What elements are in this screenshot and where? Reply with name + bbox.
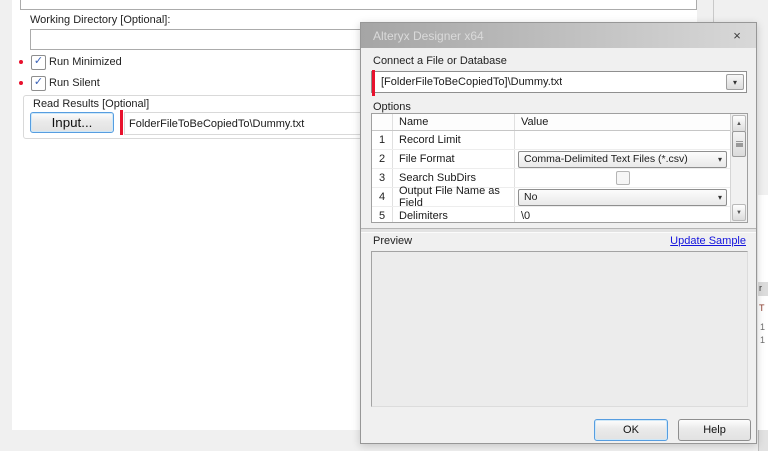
table-row[interactable]: 2 File Format Comma-Delimited Text Files… [372,150,730,169]
occluded-window-corner [758,430,768,451]
splitter-handle[interactable] [361,228,756,233]
checkbox-label: Run Silent [49,77,100,89]
column-header-value[interactable]: Value [515,114,730,130]
occluded-text-fragment: 1 [760,322,766,332]
dialog-title: Alteryx Designer x64 [373,28,484,43]
occluded-text-fragment: 1 [760,335,766,345]
options-label: Options [373,101,411,113]
chevron-down-icon[interactable]: ▾ [726,74,744,90]
chevron-down-icon: ▾ [717,192,722,202]
value-dropdown[interactable]: No ▾ [518,188,727,206]
scroll-down-icon[interactable]: ▼ [732,204,746,221]
chevron-down-icon: ▾ [717,154,722,164]
dialog-titlebar[interactable]: Alteryx Designer x64 × [361,23,756,48]
close-icon[interactable]: × [722,23,752,48]
file-combo-value: [FolderFileToBeCopiedTo]\Dummy.txt [381,76,563,88]
scroll-up-icon[interactable]: ▲ [732,115,746,132]
column-header-name[interactable]: Name [393,114,515,130]
table-header: Name Value [372,114,730,131]
checkbox-label: Run Minimized [49,56,122,68]
update-sample-link[interactable]: Update Sample [670,235,746,247]
required-dot-icon [19,81,23,85]
options-table: Name Value 1 Record Limit 2 File Format … [371,113,748,223]
connect-file-label: Connect a File or Database [373,55,507,67]
table-row[interactable]: 1 Record Limit [372,131,730,150]
alteryx-input-dialog: Alteryx Designer x64 × Connect a File or… [360,22,757,444]
table-row[interactable]: 5 Delimiters \0 [372,207,730,222]
read-results-file-value: FolderFileToBeCopiedTo\Dummy.txt [129,117,305,130]
working-directory-label: Working Directory [Optional]: [30,14,171,26]
checkbox-run-silent[interactable]: ✓ [31,76,46,91]
check-icon: ✓ [33,76,44,88]
table-row[interactable]: 4 Output File Name as Field No ▾ [372,185,730,209]
file-combo[interactable]: [FolderFileToBeCopiedTo]\Dummy.txt ▾ [371,70,747,96]
occluded-text-fragment: T [759,303,765,313]
occluded-text-fragment: r [759,283,762,293]
occluded-window-sliver: r T 1 1 [758,195,768,430]
preview-area [371,251,748,407]
value-dropdown[interactable]: Comma-Delimited Text Files (*.csv) ▾ [518,150,727,168]
checkbox-run-minimized[interactable]: ✓ [31,55,46,70]
screenshot-root: Working Directory [Optional]: ✓ Run Mini… [0,0,768,451]
required-dot-icon [19,60,23,64]
help-button[interactable]: Help [678,419,751,441]
value-checkbox[interactable] [615,171,630,185]
truncated-top-input[interactable] [20,0,697,10]
required-marker-bar [120,110,123,135]
required-marker-bar [372,70,375,96]
ok-button[interactable]: OK [594,419,668,441]
options-table-scrollbar[interactable]: ▲ ▼ [730,114,747,222]
read-results-label: Read Results [Optional] [30,98,153,110]
preview-label: Preview [373,235,413,247]
check-icon: ✓ [33,55,44,67]
scrollbar-thumb[interactable] [732,131,746,157]
input-button[interactable]: Input... [30,112,114,133]
